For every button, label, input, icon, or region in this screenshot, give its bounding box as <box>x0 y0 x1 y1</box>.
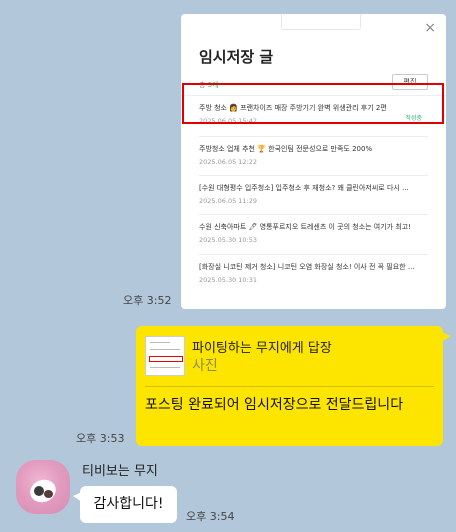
draft-date: 2025.05.30 10:31 <box>199 276 258 284</box>
draft-date: 2025.06.05 11:29 <box>199 197 258 205</box>
shared-screenshot-image[interactable]: × 임시저장 글 총 5개 편집 주방 청소 👩 프랜차이즈 매장 주방기기 완… <box>181 14 446 309</box>
sender-name: 티비보는 무지 <box>82 464 158 479</box>
draft-title: 수원 신축아파트 🖊 영통푸르지오 트레센츠 이 곳의 청소는 여기가 최고! <box>199 223 412 231</box>
thumb-line <box>150 349 180 350</box>
draft-title: 주방청소 업체 추천 🏆 한국인팀 전문성으로 만족도 200% <box>199 145 373 153</box>
reply-target: 파이팅하는 무지에게 답장 <box>192 341 332 356</box>
avatar-shape <box>44 490 53 498</box>
reply-message-text: 포스팅 완료되어 임시저장으로 전달드립니다 <box>145 397 404 413</box>
message-time: 오후 3:52 <box>123 294 172 307</box>
divider <box>199 175 428 176</box>
other-message-bubble[interactable]: 감사합니다! <box>73 486 177 523</box>
draft-item: [화장실 니코틴 제거 청소] 니코틴 오염 화장실 청소! 이사 전 꼭 필요… <box>199 262 428 292</box>
message-time: 오후 3:53 <box>76 432 125 445</box>
draft-item: [수원 대형평수 입주청소] 입주청소 후 재청소? 왜 클린아저씨로 다시 .… <box>199 183 428 213</box>
divider <box>199 136 428 137</box>
divider <box>199 254 428 255</box>
drafts-title: 임시저장 글 <box>199 48 274 66</box>
thumb-line <box>150 342 170 343</box>
draft-date: 2025.05.30 10:53 <box>199 236 258 244</box>
reply-kind: 사진 <box>192 358 218 374</box>
close-icon: × <box>424 20 436 36</box>
message-time: 오후 3:54 <box>186 510 235 523</box>
divider <box>199 214 428 215</box>
draft-title: [화장실 니코틴 제거 청소] 니코틴 오염 화장실 청소! 이사 전 꼭 필요… <box>199 263 415 271</box>
red-highlight-box <box>182 83 444 124</box>
my-reply-bubble[interactable]: 파이팅하는 무지에게 답장 사진 포스팅 완료되어 임시저장으로 전달드립니다 <box>136 326 451 446</box>
avatar[interactable] <box>16 460 70 514</box>
draft-date: 2025.06.05 12:22 <box>199 158 258 166</box>
thumb-line <box>150 367 180 368</box>
draft-title: [수원 대형평수 입주청소] 입주청소 후 재청소? 왜 클린아저씨로 다시 .… <box>199 184 409 192</box>
reply-thumbnail[interactable] <box>145 336 185 376</box>
draft-item: 수원 신축아파트 🖊 영통푸르지오 트레센츠 이 곳의 청소는 여기가 최고! … <box>199 222 428 252</box>
thumb-highlight <box>149 356 183 362</box>
faint-top-element <box>281 14 361 30</box>
avatar-shape <box>34 486 44 496</box>
draft-item: 주방청소 업체 추천 🏆 한국인팀 전문성으로 만족도 200% 2025.06… <box>199 144 428 174</box>
divider <box>145 386 434 387</box>
